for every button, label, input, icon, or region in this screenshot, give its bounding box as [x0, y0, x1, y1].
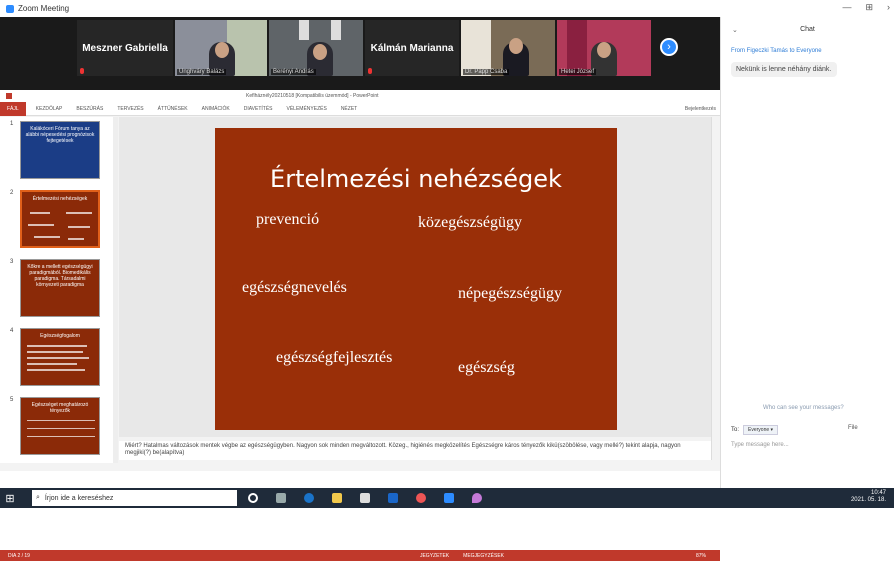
slide-word: prevenció: [256, 211, 320, 228]
participant-tile[interactable]: Meszner Gabriella: [77, 20, 173, 76]
chat-sender: From Figeczki Tamás to Everyone: [731, 48, 822, 54]
signin-link[interactable]: Bejelentkezés: [685, 106, 716, 112]
window-title: Zoom Meeting: [18, 4, 70, 13]
muted-mic-icon: [80, 68, 84, 74]
search-icon: ⌕: [36, 494, 40, 501]
participant-video-tile[interactable]: Dr. Papp Csaba: [461, 20, 555, 76]
app-icon[interactable]: [472, 493, 482, 503]
slide-thumbnail[interactable]: Egészséget meghatározó tényezők: [20, 397, 100, 455]
slide-number: 2: [10, 190, 14, 196]
chat-input[interactable]: Type message here...: [731, 442, 789, 448]
expand-button[interactable]: ›: [887, 2, 890, 13]
slide-number: 3: [10, 259, 14, 265]
zoom-icon[interactable]: [444, 493, 454, 503]
windows-start-icon[interactable]: ⊞: [0, 488, 20, 508]
chat-message: Nekünk is lenne néhány diánk.: [731, 62, 837, 77]
slide-counter: DIA 2 / 19: [8, 552, 30, 559]
file-button[interactable]: File: [848, 425, 858, 431]
video-gallery-strip: Meszner Gabriella Unghváry Balázs Berény…: [0, 17, 720, 90]
zoom-logo-icon: [6, 4, 14, 13]
recipient-dropdown[interactable]: Everyone ▾: [743, 425, 779, 435]
participant-video-tile[interactable]: Berényi András: [269, 20, 363, 76]
thumbnail-title: Egészségfogalom: [40, 333, 80, 339]
thumbnail-title: Kőkre a mellett egészségügyi paradigmábó…: [27, 264, 93, 288]
cortana-icon[interactable]: [248, 493, 258, 503]
window-controls: — ⊞ ›: [842, 2, 890, 13]
next-page-arrow-icon[interactable]: ›: [660, 38, 678, 56]
tab-animations[interactable]: ANIMÁCIÓK: [202, 106, 230, 112]
participant-tile[interactable]: Kálmán Marianna: [365, 20, 459, 76]
tab-slideshow[interactable]: DIAVETÍTÉS: [244, 106, 273, 112]
slide-word: közegészségügy: [418, 214, 522, 231]
mail-icon[interactable]: [388, 493, 398, 503]
slide-word: egészség: [458, 359, 515, 376]
slide-thumbnail[interactable]: Kőkre a mellett egészségügyi paradigmábó…: [20, 259, 100, 317]
thumbnail-title: Kalákóceri Fórum tanya az alábbi népesed…: [25, 126, 95, 144]
slide-title: Értelmezési nehézségek: [270, 165, 562, 193]
to-label: To:: [731, 427, 740, 433]
slide-number: 4: [10, 328, 14, 334]
slide-number: 1: [10, 121, 14, 127]
document-title: Keflháznély20210518 [Kompatibilis üzemmó…: [246, 93, 379, 99]
thumbnail-scrollbar[interactable]: [113, 117, 118, 463]
ribbon-tabs: FÁJL KEZDŐLAP BESZÚRÁS TERVEZÉS ÁTTŰNÉSE…: [0, 101, 720, 116]
chat-title: Chat: [800, 26, 815, 33]
slide-thumbnail-pane: 1 Kalákóceri Fórum tanya az alábbi népes…: [0, 117, 118, 463]
taskbar-search[interactable]: ⌕ Írjon ide a kereséshez: [32, 490, 237, 506]
maximize-button[interactable]: ⊞: [865, 2, 873, 13]
thumbnail-title: Értelmezési nehézségek: [32, 196, 88, 202]
file-explorer-icon[interactable]: [332, 493, 342, 503]
slide-word: egészségnevelés: [242, 279, 347, 296]
zoom-level[interactable]: 87%: [696, 553, 706, 559]
notes-button[interactable]: JEGYZETEK: [420, 553, 449, 559]
store-icon[interactable]: [360, 493, 370, 503]
slide-thumbnail[interactable]: Egészségfogalom: [20, 328, 100, 386]
minimize-button[interactable]: —: [842, 2, 851, 13]
slide-word: népegészségügy: [458, 285, 562, 302]
participant-label: Dr. Papp Csaba: [463, 69, 510, 75]
participant-name: Meszner Gabriella: [82, 42, 168, 54]
powerpoint-status-bar: DIA 2 / 19 JEGYZETEK MEGJEGYZÉSEK 87%: [0, 550, 720, 561]
thumbnail-title: Egészséget meghatározó tényezők: [31, 402, 89, 414]
tab-view[interactable]: NÉZET: [341, 106, 357, 112]
clock-time: 10:47: [870, 490, 886, 496]
slide-scrollbar[interactable]: [711, 117, 719, 460]
comments-button[interactable]: MEGJEGYZÉSEK: [463, 553, 504, 559]
participant-label: Berényi András: [271, 69, 316, 75]
slide-thumbnail[interactable]: Kalákóceri Fórum tanya az alábbi népesed…: [20, 121, 100, 179]
chevron-down-icon[interactable]: ⌄: [732, 26, 738, 34]
powerpoint-logo-icon: [6, 93, 12, 99]
quick-access-toolbar: Keflháznély20210518 [Kompatibilis üzemmó…: [0, 90, 720, 102]
clock-date: 2021. 05. 18.: [850, 497, 886, 503]
participant-label: Hetei József: [559, 69, 597, 75]
who-can-see-link[interactable]: Who can see your messages?: [763, 405, 844, 411]
task-view-icon[interactable]: [276, 493, 286, 503]
chat-panel: [720, 17, 894, 488]
window-titlebar: Zoom Meeting: [0, 0, 894, 17]
slide-number: 5: [10, 397, 14, 403]
slide-word: egészségfejlesztés: [276, 349, 393, 366]
edge-icon[interactable]: [304, 493, 314, 503]
participant-video-tile[interactable]: Unghváry Balázs: [175, 20, 267, 76]
slide-thumbnail-selected[interactable]: Értelmezési nehézségek: [20, 190, 100, 248]
tab-transitions[interactable]: ÁTTŰNÉSEK: [158, 106, 188, 112]
chat-recipient-row: To: Everyone ▾: [731, 425, 779, 435]
chrome-icon[interactable]: [416, 493, 426, 503]
tab-file[interactable]: FÁJL: [0, 101, 26, 116]
tab-design[interactable]: TERVEZÉS: [117, 106, 143, 112]
muted-mic-icon: [368, 68, 372, 74]
tab-review[interactable]: VÉLEMÉNYEZÉS: [287, 106, 327, 112]
participant-label: Unghváry Balázs: [177, 69, 227, 75]
tab-home[interactable]: KEZDŐLAP: [36, 106, 63, 112]
participant-name: Kálmán Marianna: [370, 42, 454, 54]
system-tray-clock[interactable]: 10:47 2021. 05. 18.: [851, 490, 886, 504]
participant-video-tile[interactable]: Hetei József: [557, 20, 651, 76]
speaker-notes[interactable]: Miért? Hatalmas változások mentek végbe …: [119, 441, 714, 460]
tab-insert[interactable]: BESZÚRÁS: [76, 106, 103, 112]
search-placeholder: Írjon ide a kereséshez: [44, 494, 114, 502]
